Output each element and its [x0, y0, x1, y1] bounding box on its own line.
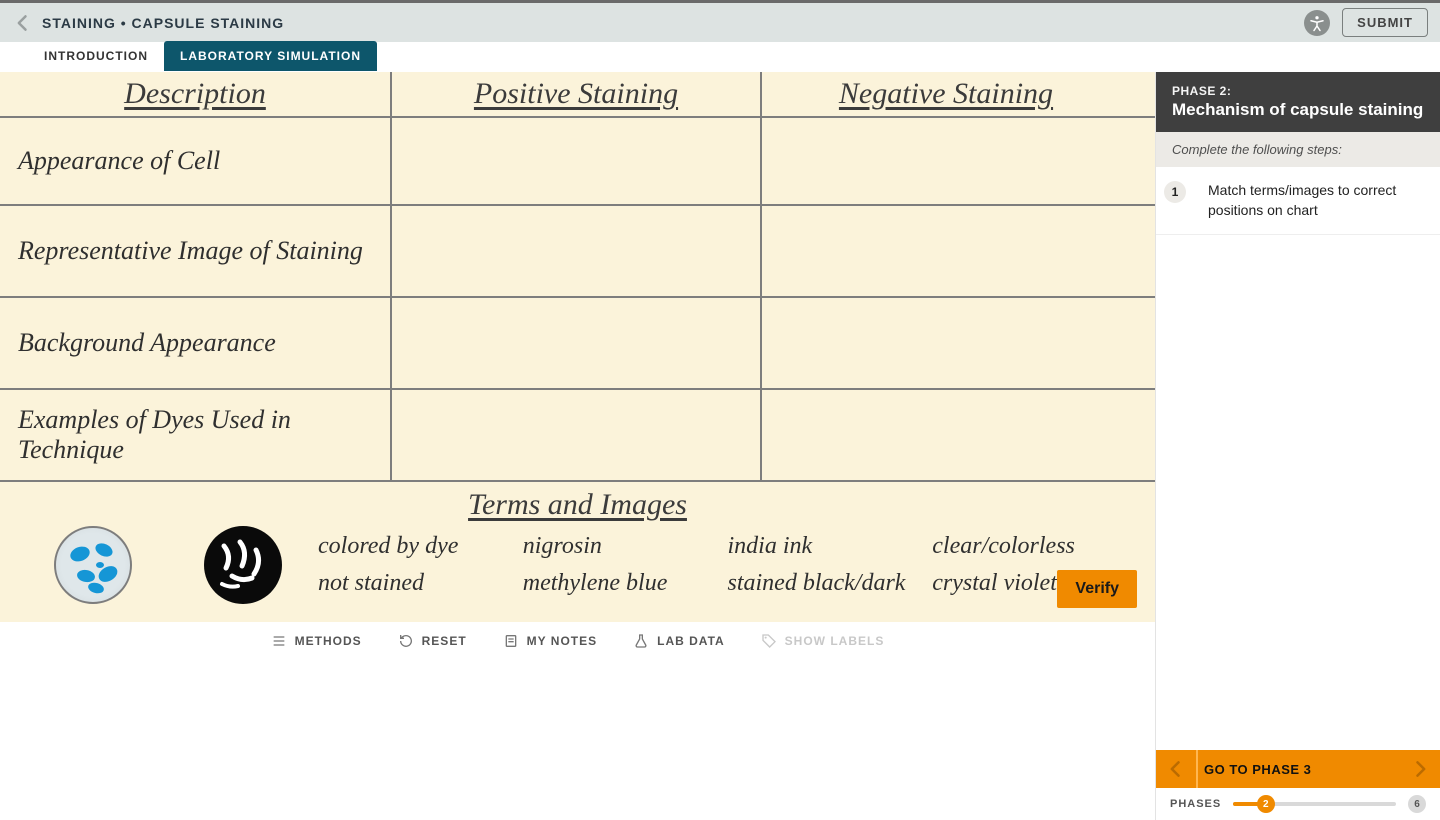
row-label-image: Representative Image of Staining: [0, 206, 390, 296]
phase-slider-thumb[interactable]: 2: [1257, 795, 1275, 813]
my-notes-label: MY NOTES: [527, 634, 597, 648]
tag-icon: [761, 633, 777, 649]
reset-label: RESET: [422, 634, 467, 648]
lab-data-label: LAB DATA: [657, 634, 725, 648]
chevron-left-icon: [13, 13, 33, 33]
phase-next-button[interactable]: [1400, 750, 1440, 788]
drop-target-negative-appearance[interactable]: [760, 118, 1130, 204]
draggable-term-clear-colorless[interactable]: clear/colorless: [932, 533, 1137, 560]
show-labels-button: SHOW LABELS: [761, 633, 885, 649]
draggable-term-india-ink[interactable]: india ink: [728, 533, 933, 560]
phase-prev-button[interactable]: [1156, 750, 1196, 788]
lab-area: Description Positive Staining Negative S…: [0, 72, 1155, 622]
row-label-appearance: Appearance of Cell: [0, 118, 390, 204]
phase-slider-label: PHASES: [1170, 798, 1221, 810]
accessibility-button[interactable]: [1304, 10, 1330, 36]
verify-button[interactable]: Verify: [1057, 570, 1137, 608]
phase-kicker: PHASE 2:: [1172, 84, 1424, 98]
draggable-term-methylene-blue[interactable]: methylene blue: [523, 570, 728, 597]
draggable-term-not-stained[interactable]: not stained: [318, 570, 523, 597]
phase-slider: PHASES 2 6: [1156, 788, 1440, 820]
chart-header-row: Description Positive Staining Negative S…: [0, 72, 1155, 116]
draggable-term-colored-by-dye[interactable]: colored by dye: [318, 533, 523, 560]
breadcrumb: STAINING • CAPSULE STAINING: [42, 15, 284, 31]
chart-row-dyes: Examples of Dyes Used in Technique: [0, 388, 1155, 482]
list-icon: [271, 633, 287, 649]
lab-data-button[interactable]: LAB DATA: [633, 633, 725, 649]
submit-button[interactable]: SUBMIT: [1342, 8, 1428, 37]
flask-icon: [633, 633, 649, 649]
microscope-white-rods-icon: [204, 526, 282, 604]
main-area: Description Positive Staining Negative S…: [0, 72, 1155, 820]
top-bar: STAINING • CAPSULE STAINING SUBMIT: [0, 0, 1440, 42]
chevron-right-icon: [1410, 759, 1430, 779]
row-label-background: Background Appearance: [0, 298, 390, 388]
methods-button[interactable]: METHODS: [271, 633, 362, 649]
drop-target-positive-background[interactable]: [390, 298, 760, 388]
draggable-image-negative[interactable]: [204, 526, 282, 604]
drop-target-positive-appearance[interactable]: [390, 118, 760, 204]
draggable-term-nigrosin[interactable]: nigrosin: [523, 533, 728, 560]
phase-sidebar: PHASE 2: Mechanism of capsule staining C…: [1155, 72, 1440, 820]
terms-section: Terms and Images: [0, 482, 1155, 622]
phase-nav: GO TO PHASE 3: [1156, 750, 1440, 788]
notes-icon: [503, 633, 519, 649]
tab-laboratory-simulation[interactable]: LABORATORY SIMULATION: [164, 41, 377, 71]
row-label-dyes: Examples of Dyes Used in Technique: [0, 390, 390, 480]
accessibility-icon: [1308, 14, 1326, 32]
staining-chart: Description Positive Staining Negative S…: [0, 72, 1155, 482]
step-number-badge: 1: [1164, 181, 1186, 203]
phase-next-label[interactable]: GO TO PHASE 3: [1196, 750, 1400, 788]
drop-target-negative-image[interactable]: [760, 206, 1130, 296]
reset-icon: [398, 633, 414, 649]
my-notes-button[interactable]: MY NOTES: [503, 633, 597, 649]
tab-bar: INTRODUCTION LABORATORY SIMULATION: [0, 42, 1440, 72]
drop-target-negative-dyes[interactable]: [760, 390, 1130, 480]
chart-row-appearance: Appearance of Cell: [0, 116, 1155, 204]
phase-title: Mechanism of capsule staining: [1172, 100, 1424, 120]
terms-title: Terms and Images: [18, 488, 1137, 522]
reset-button[interactable]: RESET: [398, 633, 467, 649]
drop-target-positive-image[interactable]: [390, 206, 760, 296]
phase-slider-track[interactable]: 2: [1233, 802, 1396, 806]
chevron-left-icon: [1166, 759, 1186, 779]
drop-target-positive-dyes[interactable]: [390, 390, 760, 480]
step-text: Match terms/images to correct positions …: [1208, 181, 1424, 220]
phase-instruction: Complete the following steps:: [1156, 132, 1440, 167]
lab-toolbar: METHODS RESET MY NOTES LAB DATA SHOW LAB…: [0, 622, 1155, 660]
col-header-negative: Negative Staining: [760, 72, 1130, 116]
draggable-image-positive[interactable]: [54, 526, 132, 604]
drop-target-negative-background[interactable]: [760, 298, 1130, 388]
step-row: 1 Match terms/images to correct position…: [1156, 167, 1440, 235]
show-labels-label: SHOW LABELS: [785, 634, 885, 648]
back-button[interactable]: [12, 12, 34, 34]
microscope-blue-cells-icon: [56, 528, 132, 604]
tab-introduction[interactable]: INTRODUCTION: [28, 41, 164, 71]
chart-row-background: Background Appearance: [0, 296, 1155, 388]
col-header-positive: Positive Staining: [390, 72, 760, 116]
phase-slider-max: 6: [1408, 795, 1426, 813]
chart-row-image: Representative Image of Staining: [0, 204, 1155, 296]
phase-header: PHASE 2: Mechanism of capsule staining: [1156, 72, 1440, 132]
draggable-term-stained-black[interactable]: stained black/dark: [728, 570, 933, 597]
col-header-description: Description: [0, 72, 390, 116]
methods-label: METHODS: [295, 634, 362, 648]
